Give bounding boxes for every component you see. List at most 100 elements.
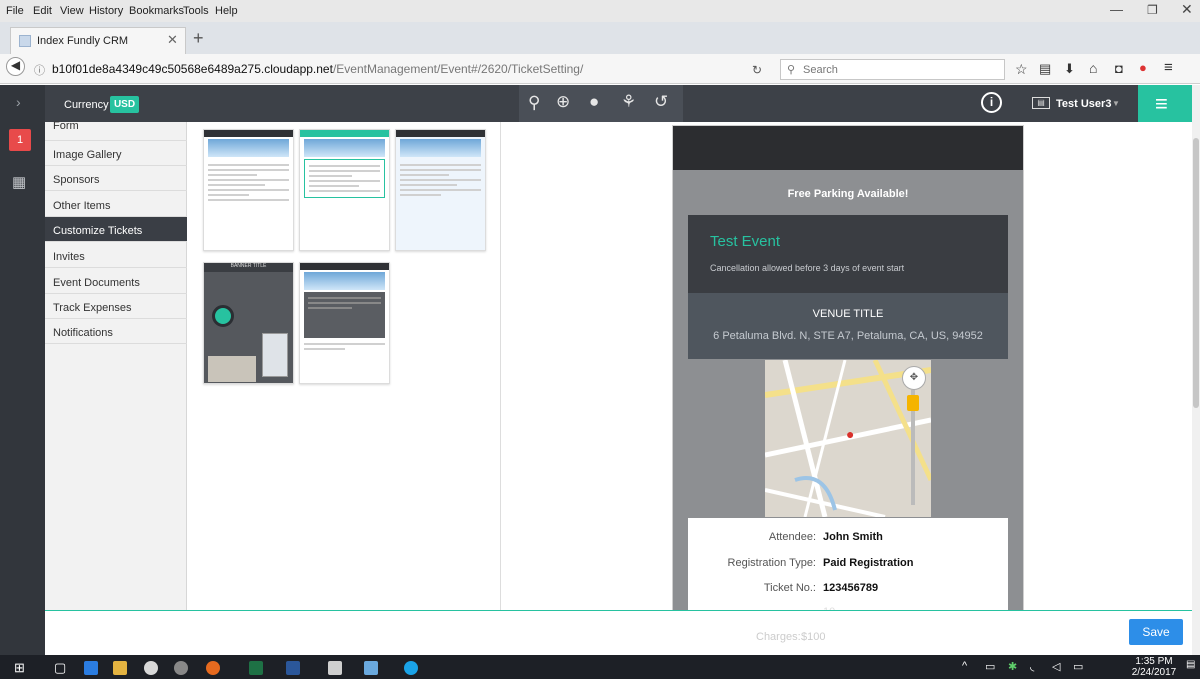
notification-count-badge[interactable]: 1 (9, 129, 31, 151)
add-circle-icon[interactable]: ⊕ (556, 92, 570, 112)
search-icon[interactable]: ⚲ (528, 93, 540, 113)
calculator-icon[interactable] (328, 661, 342, 675)
tray-battery-icon[interactable]: ▭ (985, 660, 995, 673)
ticket-template-2[interactable] (299, 129, 390, 251)
info-circle-icon[interactable]: i (981, 92, 1002, 113)
tray-wifi-icon[interactable]: ◟ (1030, 660, 1034, 673)
ticket-template-3[interactable] (395, 129, 486, 251)
search-glass-icon: ⚲ (787, 64, 796, 76)
bookmark-star-icon[interactable]: ☆ (1015, 61, 1028, 78)
pen-app-icon[interactable] (364, 661, 378, 675)
sidebar-item-event-documents[interactable]: Event Documents (45, 269, 187, 294)
charges-value: $100 (801, 631, 826, 643)
sidebar-item-invites[interactable]: Invites (45, 243, 187, 268)
info-icon[interactable]: ⓘ (34, 62, 45, 78)
event-sidebar: Form Image Gallery Sponsors Other Items … (45, 120, 187, 610)
map-pan-control-icon[interactable]: ✥ (902, 366, 926, 390)
menu-edit[interactable]: Edit (33, 5, 52, 17)
firefox-icon[interactable] (206, 661, 220, 675)
ticket-template-5[interactable] (299, 262, 390, 384)
history-icon[interactable]: ↺ (654, 92, 668, 112)
calendar-icon[interactable]: ▦ (12, 173, 26, 191)
excel-icon[interactable] (249, 661, 263, 675)
sidebar-item-form[interactable]: Form (45, 116, 187, 141)
user-name[interactable]: Test User3 (1056, 98, 1111, 110)
tray-app-icon[interactable]: ✱ (1008, 660, 1017, 673)
tray-keyboard-icon[interactable]: ▭ (1073, 660, 1083, 673)
browser-menubar: File Edit View History Bookmarks Tools H… (0, 0, 1200, 22)
new-tab-icon[interactable]: + (193, 28, 204, 49)
close-tab-icon[interactable]: ✕ (167, 32, 178, 48)
sidebar-item-other-items[interactable]: Other Items (45, 192, 187, 217)
sidebar-item-sponsors[interactable]: Sponsors (45, 166, 187, 191)
template-header-bar (396, 130, 485, 137)
browser-search-field[interactable]: ⚲ Search (780, 59, 1005, 80)
url-text: b10f01de8a4349c49c50568e6489a275.cloudap… (52, 62, 583, 76)
file-explorer-icon[interactable] (113, 661, 127, 675)
chrome-icon[interactable] (174, 661, 188, 675)
task-view-icon[interactable]: ▢ (54, 660, 66, 676)
close-window-icon[interactable]: ✕ (1181, 1, 1193, 18)
sidebar-item-notifications[interactable]: Notifications (45, 319, 187, 344)
ticket-template-1[interactable] (203, 129, 294, 251)
sidebar-item-image-gallery[interactable]: Image Gallery (45, 141, 187, 166)
url-bar[interactable]: ⓘ b10f01de8a4349c49c50568e6489a275.cloud… (30, 59, 735, 79)
venue-map[interactable]: ● ✥ (765, 360, 931, 517)
ticket-number-label: Ticket No.: (763, 582, 816, 594)
main-menu-button[interactable]: ≡ (1138, 85, 1192, 122)
menu-view[interactable]: View (60, 5, 84, 17)
scrollbar-thumb[interactable] (1193, 138, 1199, 408)
user-dropdown-icon[interactable]: ▼ (1112, 99, 1120, 108)
back-arrow-icon[interactable]: ◀ (6, 57, 25, 76)
menu-help[interactable]: Help (215, 5, 238, 17)
pocket-icon[interactable]: ◘ (1115, 61, 1123, 76)
search-placeholder: Search (803, 64, 838, 76)
save-button[interactable]: Save (1129, 619, 1183, 645)
template-logo-icon (212, 305, 234, 327)
expand-chevron-icon[interactable]: › (16, 94, 21, 110)
word-icon[interactable] (286, 661, 300, 675)
reload-icon[interactable]: ↻ (752, 63, 762, 77)
user-icon[interactable]: ● (589, 92, 599, 112)
minimize-icon[interactable]: — (1110, 2, 1123, 17)
street-view-icon[interactable] (907, 395, 919, 411)
template-banner-image (400, 139, 481, 157)
taskbar-time[interactable]: 1:35 PM (1128, 656, 1180, 667)
tray-volume-icon[interactable]: ◁ (1052, 660, 1060, 673)
menu-file[interactable]: File (6, 5, 24, 17)
sidebar-item-track-expenses[interactable]: Track Expenses (45, 294, 187, 319)
left-icon-strip (0, 85, 45, 655)
ticket-event-block: Test Event Cancellation allowed before 3… (688, 215, 1008, 293)
template-banner-title: BANNER TITLE (204, 263, 293, 272)
menu-bookmarks[interactable]: Bookmarks (129, 5, 184, 17)
template-map-thumb (208, 356, 256, 382)
sidebar-item-customize-tickets[interactable]: Customize Tickets (45, 217, 187, 242)
browser-tab[interactable]: Index Fundly CRM ✕ (10, 27, 186, 54)
windows-start-icon[interactable]: ⊞ (14, 660, 25, 676)
library-icon[interactable]: ▤ (1039, 61, 1051, 77)
url-path: /EventManagement/Event#/2620/TicketSetti… (332, 62, 584, 76)
venue-address: 6 Petaluma Blvd. N, STE A7, Petaluma, CA… (713, 330, 983, 342)
restore-icon[interactable]: ❐ (1147, 3, 1158, 17)
skype-icon[interactable] (404, 661, 418, 675)
itunes-icon[interactable] (144, 661, 158, 675)
menu-history[interactable]: History (89, 5, 123, 17)
currency-badge[interactable]: USD (110, 96, 139, 113)
hamburger-menu-icon[interactable]: ≡ (1164, 59, 1173, 76)
menu-tools[interactable]: Tools (183, 5, 209, 17)
action-center-icon[interactable]: ▤ (1186, 659, 1195, 670)
home-icon[interactable]: ⌂ (1089, 60, 1097, 76)
taskbar-date[interactable]: 2/24/2017 (1128, 667, 1180, 678)
template-body (304, 159, 385, 198)
currency-label: Currency (64, 99, 109, 111)
tab-title: Index Fundly CRM (37, 35, 129, 47)
donation-icon[interactable]: ⚘ (621, 92, 636, 112)
ticket-template-4[interactable]: BANNER TITLE (203, 262, 294, 384)
download-icon[interactable]: ⬇ (1064, 61, 1075, 77)
registration-type-label: Registration Type: (727, 557, 816, 569)
template-banner-image (304, 139, 385, 157)
tray-chevron-icon[interactable]: ^ (962, 660, 967, 672)
edge-icon[interactable] (84, 661, 98, 675)
favicon-icon (19, 35, 31, 47)
pinterest-icon[interactable]: ● (1139, 60, 1147, 75)
